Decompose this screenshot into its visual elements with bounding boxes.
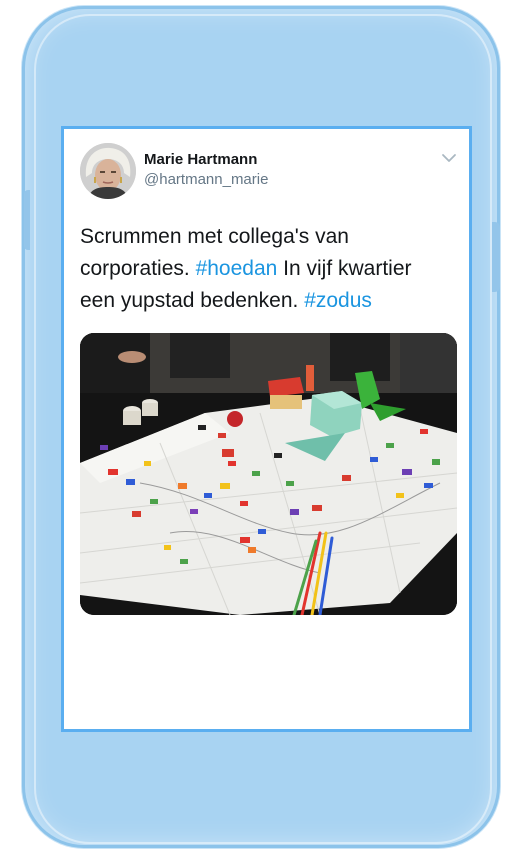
hashtag-link[interactable]: #zodus: [304, 289, 372, 312]
author-name[interactable]: Marie Hartmann: [144, 151, 257, 168]
avatar[interactable]: [80, 143, 136, 199]
tweet-text-segment: corporaties.: [80, 257, 196, 280]
tweet-text-segment: In vijf kwartier: [277, 257, 412, 280]
tweet-text: Scrummen met collega's van corporaties. …: [80, 221, 460, 317]
author-handle[interactable]: @hartmann_marie: [144, 171, 268, 188]
tweet-line: Scrummen met collega's van: [80, 221, 460, 253]
tweet-card: Marie Hartmann @hartmann_marie Scrummen …: [61, 126, 472, 732]
phone-volume-button: [24, 190, 30, 250]
phone-side-button: [492, 222, 500, 292]
tweet-text-segment: Scrummen met collega's van: [80, 225, 349, 248]
tweet-line: corporaties. #hoedan In vijf kwartier: [80, 253, 460, 285]
chevron-down-icon[interactable]: [440, 151, 458, 165]
tweet-photo[interactable]: [80, 333, 457, 615]
tweet-text-segment: een yupstad bedenken.: [80, 289, 305, 312]
hashtag-link[interactable]: #hoedan: [196, 257, 278, 280]
tweet-line: een yupstad bedenken. #zodus: [80, 285, 460, 317]
